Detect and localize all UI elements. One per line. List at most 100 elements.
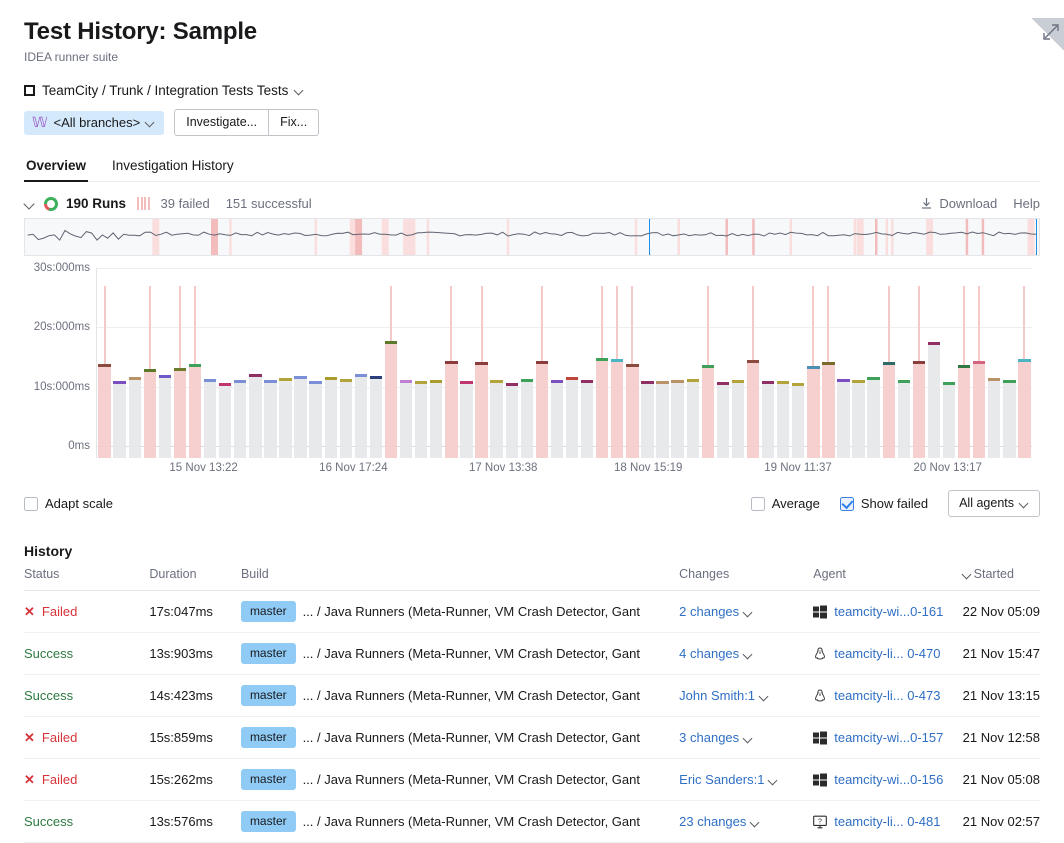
chart-bar-success[interactable] — [928, 342, 940, 458]
chart-bar-success[interactable] — [279, 378, 291, 458]
chart-bar-failed[interactable] — [536, 361, 548, 458]
column-header-changes[interactable]: Changes — [679, 567, 813, 591]
chart-bar-failed[interactable] — [822, 362, 834, 458]
table-row[interactable]: Success14s:423msmaster... / Java Runners… — [24, 675, 1040, 717]
chart-bar-success[interactable] — [988, 378, 1000, 458]
branch-selector[interactable]: 𝕎 <All branches> — [24, 111, 164, 135]
chevron-down-icon[interactable] — [295, 86, 304, 95]
column-header-started[interactable]: Started — [963, 567, 1040, 591]
chart-bar-success[interactable] — [777, 381, 789, 458]
chart-bar-success[interactable] — [370, 376, 382, 458]
changes-link[interactable]: 4 changes — [679, 646, 739, 661]
chart-bar-success[interactable] — [1003, 380, 1015, 458]
chevron-down-icon[interactable] — [751, 818, 760, 827]
changes-link[interactable]: 2 changes — [679, 604, 739, 619]
changes-link[interactable]: John Smith:1 — [679, 688, 755, 703]
chart-bar-success[interactable] — [294, 376, 306, 458]
investigate-button[interactable]: Investigate... — [174, 109, 269, 136]
breadcrumb[interactable]: TeamCity / Trunk / Integration Tests Tes… — [24, 83, 1040, 98]
changes-link[interactable]: 3 changes — [679, 730, 739, 745]
chart-bar-success[interactable] — [717, 382, 729, 458]
table-row[interactable]: ✕Failed17s:047msmaster... / Java Runners… — [24, 591, 1040, 633]
chart-bar-failed[interactable] — [174, 368, 186, 458]
changes-link[interactable]: Eric Sanders:1 — [679, 772, 764, 787]
chart-bar-failed[interactable] — [475, 362, 487, 458]
chart-plot-area[interactable] — [96, 268, 1032, 458]
chart-bar-success[interactable] — [219, 383, 231, 458]
chart-bar-success[interactable] — [490, 380, 502, 458]
chart-bar-success[interactable] — [671, 380, 683, 458]
agent-name-link[interactable]: teamcity-li... 0-470 — [834, 646, 940, 661]
download-button[interactable]: Download — [920, 196, 997, 211]
chevron-down-icon[interactable] — [744, 608, 753, 617]
fix-button[interactable]: Fix... — [269, 109, 319, 136]
chart-bar-success[interactable] — [792, 383, 804, 458]
chart-bar-failed[interactable] — [958, 365, 970, 458]
chart-bar-success[interactable] — [159, 375, 171, 458]
chart-bar-success[interactable] — [415, 381, 427, 458]
chart-bar-success[interactable] — [204, 379, 216, 458]
chart-bar-failed[interactable] — [98, 364, 110, 458]
chart-bar-success[interactable] — [521, 379, 533, 459]
runs-minimap[interactable] — [24, 218, 1040, 256]
table-row[interactable]: ✕Failed15s:859msmaster... / Java Runners… — [24, 717, 1040, 759]
chart-bar-success[interactable] — [309, 381, 321, 458]
tab-investigation-history[interactable]: Investigation History — [110, 158, 236, 181]
agent-name-link[interactable]: teamcity-li... 0-481 — [834, 814, 940, 829]
agents-select[interactable]: All agents — [948, 490, 1040, 517]
chart-bar-success[interactable] — [113, 381, 125, 458]
chart-bar-success[interactable] — [264, 380, 276, 458]
window-resize-grip[interactable] — [1030, 18, 1064, 52]
chart-bar-success[interactable] — [430, 380, 442, 458]
chart-bar-failed[interactable] — [385, 341, 397, 458]
chart-bar-failed[interactable] — [973, 361, 985, 458]
branch-tag[interactable]: master — [241, 811, 296, 832]
chart-bar-success[interactable] — [943, 382, 955, 458]
table-row[interactable]: Success13s:903msmaster... / Java Runners… — [24, 633, 1040, 675]
branch-tag[interactable]: master — [241, 643, 296, 664]
chart-bar-success[interactable] — [355, 374, 367, 458]
agent-name-link[interactable]: teamcity-wi...0-161 — [834, 604, 943, 619]
branch-tag[interactable]: master — [241, 601, 296, 622]
chart-bar-failed[interactable] — [702, 365, 714, 458]
chart-bar-success[interactable] — [837, 379, 849, 459]
chart-bar-success[interactable] — [551, 380, 563, 458]
agent-name-link[interactable]: teamcity-wi...0-156 — [834, 772, 943, 787]
chart-bar-failed[interactable] — [596, 358, 608, 458]
chevron-down-icon[interactable] — [760, 692, 769, 701]
chart-bar-success[interactable] — [641, 381, 653, 458]
tab-overview[interactable]: Overview — [24, 158, 88, 181]
average-checkbox[interactable]: Average — [751, 496, 820, 511]
chart-bar-success[interactable] — [460, 381, 472, 458]
branch-tag[interactable]: master — [241, 685, 296, 706]
chart-bar-success[interactable] — [732, 380, 744, 458]
table-row[interactable]: Success13s:576msmaster... / Java Runners… — [24, 801, 1040, 843]
chart-bar-success[interactable] — [340, 379, 352, 459]
chevron-down-icon[interactable] — [744, 734, 753, 743]
chart-bar-success[interactable] — [762, 381, 774, 458]
chart-bar-failed[interactable] — [189, 364, 201, 458]
chevron-down-icon[interactable] — [769, 776, 778, 785]
adapt-scale-checkbox[interactable]: Adapt scale — [24, 496, 113, 511]
chart-bar-success[interactable] — [129, 377, 141, 458]
column-header-status[interactable]: Status — [24, 567, 149, 591]
branch-tag[interactable]: master — [241, 727, 296, 748]
help-link[interactable]: Help — [1013, 196, 1040, 211]
chart-bar-failed[interactable] — [1018, 359, 1030, 458]
chart-bar-failed[interactable] — [611, 359, 623, 458]
chart-bar-success[interactable] — [656, 381, 668, 458]
chart-bar-success[interactable] — [898, 380, 910, 458]
chart-bar-success[interactable] — [852, 380, 864, 458]
chart-bar-success[interactable] — [234, 380, 246, 458]
chart-bar-success[interactable] — [249, 374, 261, 458]
changes-link[interactable]: 23 changes — [679, 814, 746, 829]
chart-bar-success[interactable] — [325, 377, 337, 458]
chart-bar-success[interactable] — [506, 383, 518, 458]
chart-bar-failed[interactable] — [445, 361, 457, 458]
column-header-build[interactable]: Build — [241, 567, 303, 591]
agent-name-link[interactable]: teamcity-li... 0-473 — [834, 688, 940, 703]
chart-bar-failed[interactable] — [747, 360, 759, 458]
chevron-down-icon[interactable] — [744, 650, 753, 659]
chart-bar-success[interactable] — [400, 380, 412, 458]
chart-bar-success[interactable] — [867, 377, 879, 458]
